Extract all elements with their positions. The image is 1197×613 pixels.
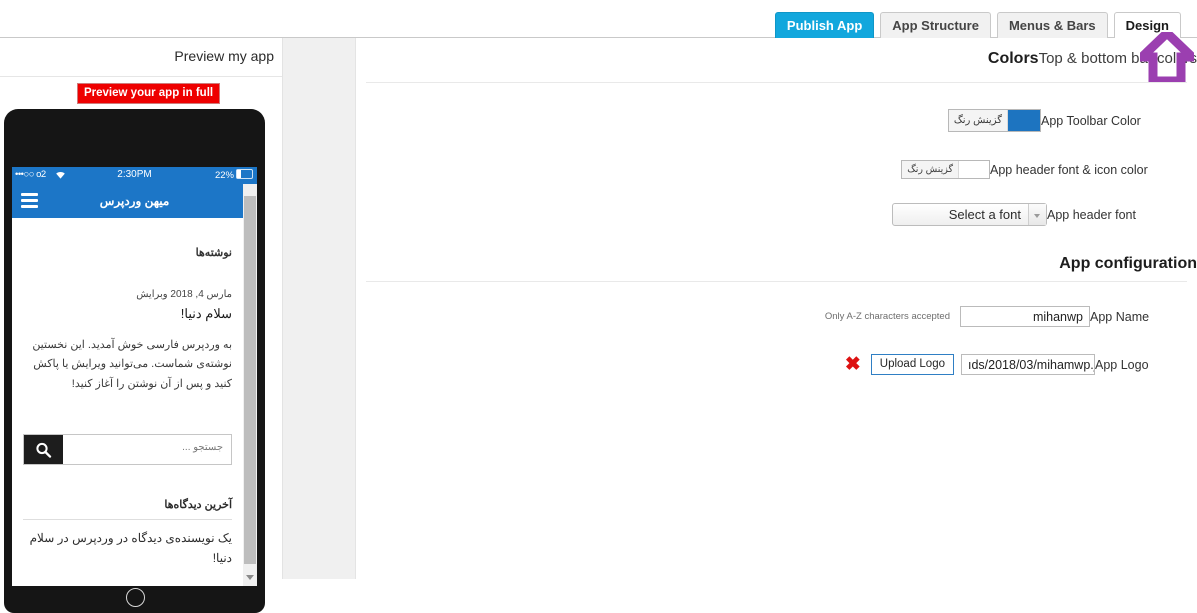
preview-divider <box>0 76 282 77</box>
tab-design[interactable]: Design <box>1113 12 1181 38</box>
phone-widget-divider <box>23 518 232 520</box>
search-icon[interactable] <box>24 434 63 464</box>
phone-post-body: به وردپرس فارسی خوش آمدید. این نخستین نو… <box>32 339 232 390</box>
config-heading: App configuration <box>1059 255 1197 272</box>
colors-section-divider <box>366 82 1187 83</box>
chevron-down-icon[interactable] <box>1028 204 1046 225</box>
app-name-hint: Only A-Z characters accepted <box>824 311 950 322</box>
header-font-color-swatch[interactable] <box>958 161 989 178</box>
phone-comment-item[interactable]: یک نویسنده‌ی دیدگاه در وردپرس در سلام دن… <box>12 529 243 569</box>
phone-battery-area: 22% <box>215 169 253 181</box>
phone-app-header: میهن وردپرس <box>12 184 257 218</box>
phone-search-input[interactable]: جستجو ... <box>182 442 223 453</box>
preview-panel: Preview my app Preview your app in full … <box>0 38 283 613</box>
preview-panel-title: Preview my app <box>174 48 274 64</box>
phone-status-bar: •••○○ o2 2:30PM 22% <box>12 167 257 184</box>
header-font-color-picker[interactable]: گزینش رنگ <box>901 160 990 179</box>
toolbar-color-picker-button[interactable]: گزینش رنگ <box>948 110 1007 131</box>
colors-subheading: Top & bottom bar colors <box>1038 50 1197 67</box>
header-font-color-label: App header font & icon color <box>990 162 1148 177</box>
phone-battery-percent: 22% <box>214 170 234 181</box>
colors-heading: Colors <box>987 50 1039 67</box>
tab-publish-app[interactable]: Publish App <box>774 12 875 38</box>
colors-section-header: ColorsTop & bottom bar colors <box>356 38 1197 80</box>
tab-list: Publish App App Structure Menus & Bars D… <box>774 12 1181 38</box>
phone-post-meta: مارس 4, 2018 وبرایش <box>136 289 232 300</box>
phone-comments-heading: آخرین دیدگاه‌ها <box>164 498 232 511</box>
header-font-select-value[interactable]: Select a font <box>893 207 1028 222</box>
phone-posts-heading: نوشته‌ها <box>195 247 232 259</box>
toolbar-color-swatch[interactable] <box>1007 110 1040 131</box>
header-font-color-row: App header font & icon color گزینش رنگ <box>356 160 1197 179</box>
phone-screen-content: نوشته‌ها مارس 4, 2018 وبرایش سلام دنیا! … <box>12 218 243 586</box>
design-settings-panel: ColorsTop & bottom bar colors App Toolba… <box>355 38 1197 579</box>
upload-logo-button[interactable]: Upload Logo <box>870 354 954 375</box>
config-section-header: App configuration <box>356 255 1197 281</box>
header-font-select[interactable]: Select a font <box>892 203 1047 226</box>
phone-search-box[interactable]: جستجو ... <box>23 433 232 465</box>
chevron-down-icon[interactable] <box>246 575 254 580</box>
app-name-label: App Name <box>1090 309 1150 324</box>
header-font-select-label: App header font <box>1047 207 1136 222</box>
toolbar-color-label: App Toolbar Color <box>1041 113 1141 128</box>
toolbar-color-picker[interactable]: گزینش رنگ <box>947 109 1041 132</box>
tab-menus-and-bars[interactable]: Menus & Bars <box>996 12 1108 38</box>
layout-gutter <box>283 38 355 579</box>
app-logo-row: App Logo ıds/2018/03/mihamwp.jpg Upload … <box>356 354 1197 375</box>
header-font-select-row: App header font Select a font <box>356 203 1197 226</box>
config-section-divider <box>366 281 1187 282</box>
preview-full-button[interactable]: Preview your app in full <box>77 83 221 104</box>
app-name-input[interactable]: mihanwp <box>960 306 1090 327</box>
app-logo-path-input[interactable]: ıds/2018/03/mihamwp.jpg <box>961 354 1095 375</box>
battery-icon <box>236 169 253 179</box>
app-logo-label: App Logo <box>1095 357 1149 372</box>
tab-app-structure[interactable]: App Structure <box>880 12 991 38</box>
header-font-color-picker-button[interactable]: گزینش رنگ <box>902 161 958 178</box>
toolbar-color-row: App Toolbar Color گزینش رنگ <box>356 109 1197 132</box>
phone-mockup: •••○○ o2 2:30PM 22% میهن وردپرس نوشته‌ها… <box>4 109 265 613</box>
app-name-row: App Name mihanwp Only A-Z characters acc… <box>356 306 1197 327</box>
phone-scrollbar[interactable] <box>243 184 257 586</box>
phone-scrollbar-thumb[interactable] <box>244 196 256 564</box>
top-tab-bar: Publish App App Structure Menus & Bars D… <box>0 0 1197 38</box>
phone-app-title: میهن وردپرس <box>99 194 170 208</box>
phone-post-title[interactable]: سلام دنیا! <box>12 306 243 322</box>
phone-home-button[interactable] <box>125 588 145 607</box>
red-x-remove-icon[interactable]: ✖ <box>845 355 861 374</box>
